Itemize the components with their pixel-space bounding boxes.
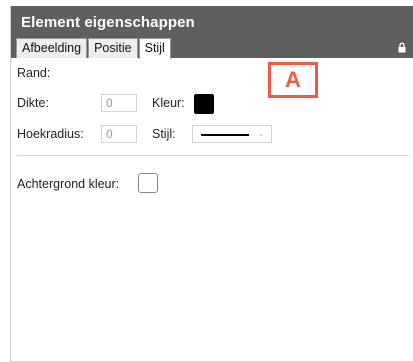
annotation-marker-a: A bbox=[268, 62, 318, 98]
panel-titlebar: Element eigenschappen Afbeelding Positie… bbox=[11, 6, 413, 59]
color-label: Kleur: bbox=[152, 96, 185, 110]
corner-radius-input[interactable] bbox=[101, 125, 137, 143]
thickness-label: Dikte: bbox=[17, 96, 49, 110]
properties-panel: Element eigenschappen Afbeelding Positie… bbox=[10, 6, 413, 362]
tab-stijl[interactable]: Stijl bbox=[138, 38, 171, 59]
border-color-swatch[interactable] bbox=[194, 94, 214, 114]
background-color-swatch[interactable] bbox=[138, 173, 158, 193]
tab-bar: Afbeelding Positie Stijl bbox=[16, 38, 172, 59]
corner-radius-label: Hoekradius: bbox=[17, 127, 84, 141]
tab-afbeelding[interactable]: Afbeelding bbox=[16, 38, 88, 58]
panel-title: Element eigenschappen bbox=[21, 14, 195, 31]
style-label: Stijl: bbox=[152, 127, 176, 141]
thickness-input[interactable] bbox=[101, 94, 137, 112]
tab-positie[interactable]: Positie bbox=[88, 38, 138, 58]
style-tab-content: Rand: Dikte: Kleur: Hoekradius: Stijl: ⌄… bbox=[11, 58, 413, 361]
lock-icon[interactable] bbox=[398, 42, 406, 53]
line-style-dropdown[interactable]: ⌄ bbox=[192, 125, 272, 143]
section-divider bbox=[17, 155, 410, 156]
chevron-down-icon: ⌄ bbox=[257, 128, 265, 138]
solid-line-preview bbox=[201, 134, 249, 136]
background-color-label: Achtergrond kleur: bbox=[17, 177, 120, 191]
border-section-label: Rand: bbox=[17, 66, 51, 80]
